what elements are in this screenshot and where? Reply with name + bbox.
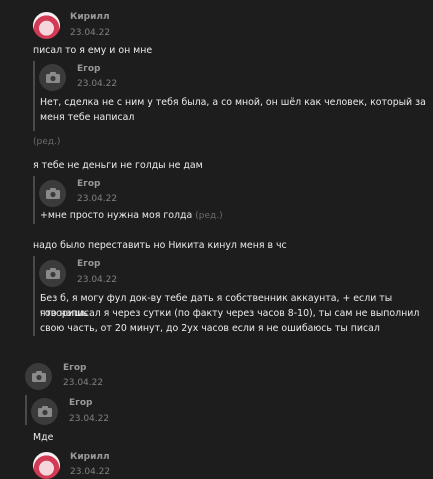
author-name[interactable]: Кирилл <box>70 452 110 462</box>
quote-date: 23.04.22 <box>77 79 118 89</box>
message-text: Мде <box>33 432 54 443</box>
camera-icon <box>45 268 60 279</box>
message-text: писал то я ему и он мне <box>33 45 153 56</box>
quote-text-line: меня тебе написал <box>40 112 135 123</box>
quote-bar <box>33 61 35 131</box>
quote-author-name[interactable]: Егор <box>77 179 100 189</box>
cut-off-previous-text <box>40 0 330 1</box>
edited-label: (ред.) <box>195 211 223 221</box>
quote-bar <box>33 176 35 224</box>
quote-text-content: +мне просто нужна моя голда <box>40 210 193 221</box>
camera-icon <box>45 72 60 83</box>
camera-icon <box>37 406 52 417</box>
quote-author-name[interactable]: Егор <box>77 64 100 74</box>
quote-text-line: Нет, сделка не с ним у тебя была, а со м… <box>40 97 426 108</box>
edited-label: (ред.) <box>33 137 61 147</box>
quote-author-name[interactable]: Егор <box>69 398 92 408</box>
message-date: 23.04.22 <box>70 467 111 477</box>
camera-icon <box>31 371 46 382</box>
avatar-egor[interactable] <box>25 363 52 390</box>
message-date: 23.04.22 <box>70 28 111 38</box>
quote-bar <box>25 395 27 425</box>
avatar-egor[interactable] <box>39 64 66 91</box>
message-text: надо было переставить но Никита кинул ме… <box>33 240 287 251</box>
avatar-kirill[interactable] <box>33 452 60 479</box>
quote-bar <box>33 256 35 336</box>
author-name[interactable]: Кирилл <box>70 12 110 22</box>
avatar-egor[interactable] <box>39 260 66 287</box>
message-text: я тебе не деньги не голды не дам <box>33 160 203 171</box>
avatar-egor[interactable] <box>39 180 66 207</box>
quote-author-name[interactable]: Егор <box>77 259 100 269</box>
quote-text-line: что написал я через сутки (по факту чере… <box>40 308 420 319</box>
quote-date: 23.04.22 <box>77 275 118 285</box>
camera-icon <box>45 188 60 199</box>
quote-text: +мне просто нужна моя голда (ред.) <box>40 208 223 224</box>
avatar-kirill[interactable] <box>33 12 60 39</box>
quote-date: 23.04.22 <box>69 414 110 424</box>
message-date: 23.04.22 <box>63 378 104 388</box>
avatar-egor[interactable] <box>31 398 58 425</box>
quote-date: 23.04.22 <box>77 194 118 204</box>
author-name[interactable]: Егор <box>63 363 86 373</box>
quote-text-line: свою часть, от 20 минут, до 2ух часов ес… <box>40 323 380 334</box>
